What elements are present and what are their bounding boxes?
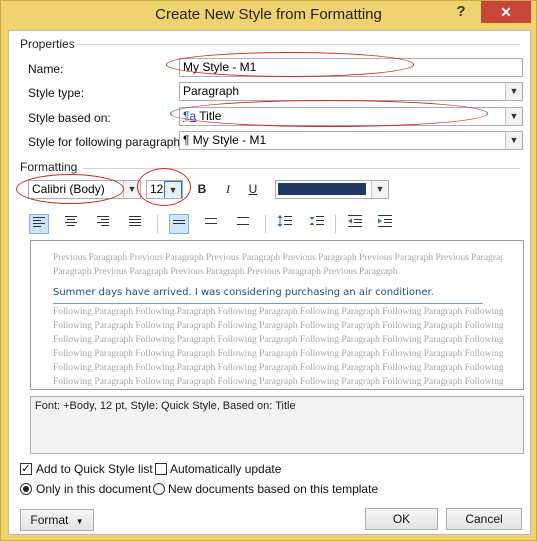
decrease-indent-button[interactable] [345,214,365,234]
following-paragraph-value: My Style - M1 [192,133,267,147]
style-type-value: Paragraph [183,84,240,98]
name-label: Name: [28,62,64,76]
based-on-value: Title [199,109,222,123]
help-button[interactable]: ? [450,3,472,23]
preview-sample-text: Summer days have arrived. I was consider… [53,287,434,298]
font-value: Calibri (Body) [32,182,105,196]
double-spacing-icon [237,217,249,225]
chevron-down-icon[interactable]: ▼ [505,108,522,125]
one-half-spacing-button[interactable] [201,214,221,234]
name-input[interactable]: My Style - M1 [179,58,523,77]
formatting-group-label: Formatting [20,160,78,174]
toolbar-separator [265,215,266,233]
chevron-down-icon: ▼ [75,517,84,526]
based-on-select[interactable]: ¶a Title ▼ [179,107,523,126]
style-preview: Previous Paragraph Previous Paragraph Pr… [30,240,524,390]
preview-following-line: Following Paragraph Following Paragraph … [53,321,503,331]
chevron-down-icon[interactable]: ▼ [505,83,522,100]
preview-following-line: Following Paragraph Following Paragraph … [53,363,503,373]
preview-previous-line: Paragraph Previous Paragraph Previous Pa… [53,267,398,277]
ok-button[interactable]: OK [365,508,438,530]
new-documents-label: New documents based on this template [168,482,379,496]
following-paragraph-label: Style for following paragraph: [28,135,184,149]
style-type-select[interactable]: Paragraph ▼ [179,82,523,101]
decrease-spacing-icon [309,216,324,225]
formatting-divider [83,168,520,169]
justify-icon [129,216,141,226]
font-color-select[interactable]: ▼ [275,180,389,199]
preview-following-line: Following Paragraph Following Paragraph … [53,377,503,387]
properties-group-label: Properties [20,37,75,51]
increase-spacing-button[interactable] [275,214,295,234]
underline-button[interactable]: U [243,180,263,200]
align-left-button[interactable] [29,214,49,234]
align-center-icon [65,216,77,226]
chevron-down-icon[interactable]: ▼ [371,181,388,198]
title-bar[interactable]: Create New Style from Formatting ? ✕ [1,1,536,29]
increase-indent-button[interactable] [375,214,395,234]
chevron-down-icon[interactable]: ▼ [123,181,140,198]
preview-following-line: Following Paragraph Following Paragraph … [53,349,503,359]
dialog-body: Properties Name: My Style - M1 Style typ… [8,30,531,535]
italic-button[interactable]: I [218,180,238,200]
preview-previous-line: Previous Paragraph Previous Paragraph Pr… [53,253,503,263]
increase-spacing-icon [277,215,292,227]
font-color-swatch [278,183,366,195]
add-quick-style-checkbox[interactable]: ✓ [20,463,32,475]
align-right-button[interactable] [93,214,113,234]
font-select[interactable]: Calibri (Body) ▼ [28,180,141,199]
chevron-down-icon[interactable]: ▼ [164,181,182,198]
style-type-label: Style type: [28,86,85,100]
one-half-spacing-icon [205,218,217,224]
auto-update-label: Automatically update [170,462,282,476]
align-right-icon [97,216,109,226]
only-this-document-label: Only in this document [36,482,152,496]
justify-button[interactable] [125,214,145,234]
single-spacing-icon [173,220,185,224]
decrease-spacing-button[interactable] [307,214,327,234]
chevron-down-icon[interactable]: ▼ [505,132,522,149]
based-on-label: Style based on: [28,111,111,125]
following-paragraph-select[interactable]: ¶ My Style - M1 ▼ [179,131,523,150]
cancel-button[interactable]: Cancel [446,508,522,530]
preview-following-line: Following Paragraph Following Paragraph … [53,335,503,345]
align-center-button[interactable] [61,214,81,234]
toolbar-separator [335,215,336,233]
auto-update-checkbox[interactable] [155,463,167,475]
font-size-select[interactable]: 12 ▼ [146,180,183,199]
paragraph-style-icon: ¶a [183,109,197,123]
toolbar-separator [157,215,158,233]
dialog-window: Create New Style from Formatting ? ✕ Pro… [0,0,537,541]
format-button[interactable]: Format ▼ [20,509,94,531]
single-spacing-button[interactable] [169,214,189,234]
font-size-value: 12 [150,182,164,196]
increase-indent-icon [378,215,392,227]
preview-following-line: Following Paragraph Following Paragraph … [53,307,503,317]
bold-button[interactable]: B [192,180,212,200]
decrease-indent-icon [348,215,362,227]
preview-underline [53,303,483,304]
double-spacing-button[interactable] [233,214,253,234]
close-button[interactable]: ✕ [481,1,531,23]
style-description: Font: +Body, 12 pt, Style: Quick Style, … [30,396,524,454]
only-this-document-radio[interactable] [20,483,32,495]
new-documents-radio[interactable] [153,483,165,495]
add-quick-style-label: Add to Quick Style list [36,462,153,476]
properties-divider [79,44,520,45]
paragraph-mark-icon: ¶ [183,133,190,147]
format-button-label: Format [30,513,69,527]
align-left-icon [33,217,45,227]
